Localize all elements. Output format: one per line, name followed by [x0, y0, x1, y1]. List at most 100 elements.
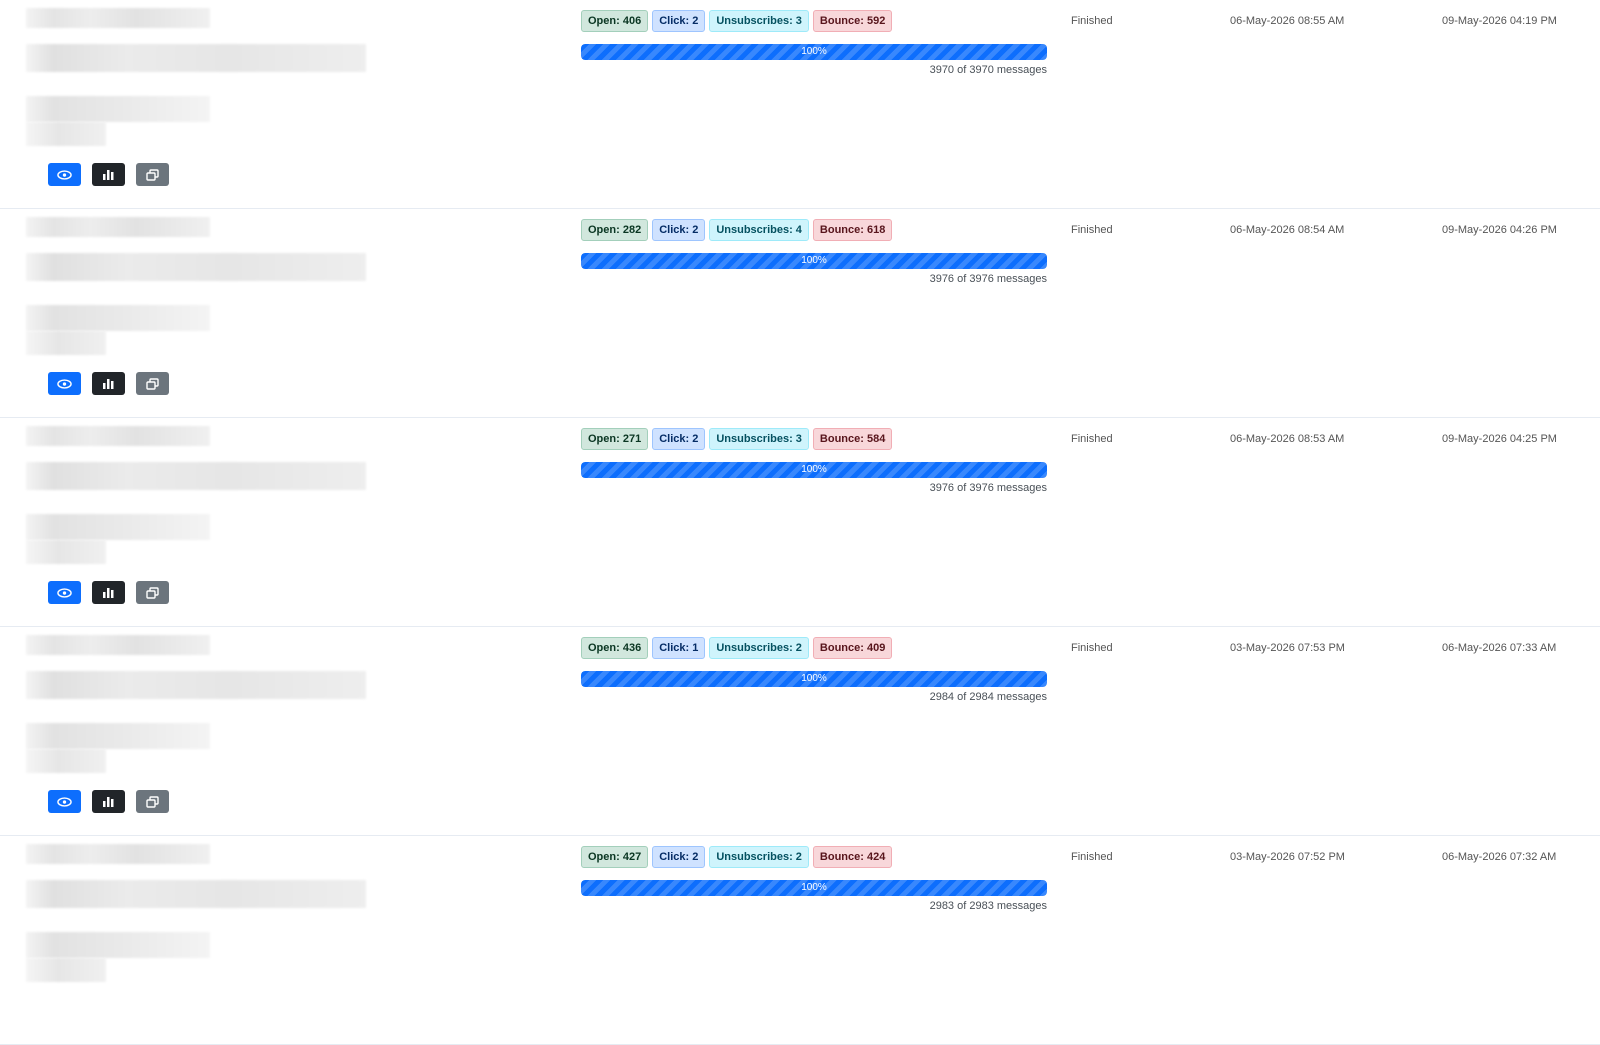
progress-fill: 100% [581, 880, 1047, 896]
view-button[interactable] [48, 163, 81, 186]
statistics-button[interactable] [92, 581, 125, 604]
redacted-campaign-subject [26, 253, 366, 281]
bounce-badge: Bounce: 584 [812, 428, 893, 450]
status-text: Finished [1071, 433, 1113, 445]
progress-fill: 100% [581, 253, 1047, 269]
start-date: 03-May-2026 07:52 PM [1230, 851, 1345, 863]
eye-icon [57, 796, 72, 807]
unsubscribes-badge: Unsubscribes: 3 [709, 428, 809, 450]
redacted-campaign-meta [26, 749, 106, 773]
bar-chart-icon [103, 379, 114, 389]
progress-label: 100% [801, 882, 827, 893]
messages-count: 3976 of 3976 messages [929, 482, 1047, 494]
redacted-campaign-name [26, 844, 210, 864]
redacted-campaign-list [26, 305, 210, 331]
bar-chart-icon [103, 170, 114, 180]
duplicate-button[interactable] [136, 581, 169, 604]
progress-fill: 100% [581, 671, 1047, 687]
redacted-campaign-list [26, 96, 210, 122]
row-actions [48, 372, 169, 395]
statistics-button[interactable] [92, 163, 125, 186]
unsubscribes-badge: Unsubscribes: 2 [709, 846, 809, 868]
progress-bar: 100% [581, 462, 1047, 478]
messages-count: 2984 of 2984 messages [929, 691, 1047, 703]
end-date: 09-May-2026 04:25 PM [1442, 433, 1557, 445]
open-badge: Open: 427 [581, 846, 649, 868]
view-button[interactable] [48, 790, 81, 813]
status-text: Finished [1071, 851, 1113, 863]
statistics-button[interactable] [92, 372, 125, 395]
unsubscribes-badge: Unsubscribes: 2 [709, 637, 809, 659]
eye-icon [57, 378, 72, 389]
redacted-campaign-subject [26, 44, 366, 72]
progress-fill: 100% [581, 462, 1047, 478]
row-actions [48, 163, 169, 186]
redacted-campaign-list [26, 514, 210, 540]
open-badge: Open: 436 [581, 637, 649, 659]
start-date: 06-May-2026 08:53 AM [1230, 433, 1345, 445]
statistics-button[interactable] [92, 790, 125, 813]
campaign-list: Open: 406 Click: 2 Unsubscribes: 3 Bounc… [0, 0, 1600, 1045]
redacted-campaign-name [26, 8, 210, 28]
campaign-row: Open: 282 Click: 2 Unsubscribes: 4 Bounc… [0, 209, 1600, 418]
progress-bar: 100% [581, 671, 1047, 687]
end-date: 09-May-2026 04:26 PM [1442, 224, 1557, 236]
progress-fill: 100% [581, 44, 1047, 60]
redacted-campaign-subject [26, 671, 366, 699]
campaign-row: Open: 406 Click: 2 Unsubscribes: 3 Bounc… [0, 0, 1600, 209]
view-button[interactable] [48, 372, 81, 395]
copy-icon [146, 377, 159, 390]
view-button[interactable] [48, 581, 81, 604]
duplicate-button[interactable] [136, 790, 169, 813]
click-badge: Click: 2 [652, 10, 706, 32]
messages-count: 2983 of 2983 messages [929, 900, 1047, 912]
progress-label: 100% [801, 464, 827, 475]
start-date: 06-May-2026 08:54 AM [1230, 224, 1345, 236]
progress-bar: 100% [581, 253, 1047, 269]
redacted-campaign-subject [26, 462, 366, 490]
open-badge: Open: 271 [581, 428, 649, 450]
progress-bar: 100% [581, 44, 1047, 60]
redacted-campaign-list [26, 932, 210, 958]
row-actions [48, 790, 169, 813]
progress-label: 100% [801, 673, 827, 684]
bounce-badge: Bounce: 424 [812, 846, 893, 868]
bar-chart-icon [103, 797, 114, 807]
redacted-campaign-subject [26, 880, 366, 908]
campaign-row: Open: 427 Click: 2 Unsubscribes: 2 Bounc… [0, 836, 1600, 1045]
bounce-badge: Bounce: 409 [812, 637, 893, 659]
open-badge: Open: 282 [581, 219, 649, 241]
redacted-campaign-list [26, 723, 210, 749]
end-date: 09-May-2026 04:19 PM [1442, 15, 1557, 27]
messages-count: 3970 of 3970 messages [929, 64, 1047, 76]
redacted-campaign-meta [26, 122, 106, 146]
bounce-badge: Bounce: 592 [812, 10, 893, 32]
redacted-campaign-name [26, 635, 210, 655]
status-text: Finished [1071, 642, 1113, 654]
copy-icon [146, 586, 159, 599]
redacted-campaign-meta [26, 331, 106, 355]
redacted-campaign-name [26, 217, 210, 237]
bounce-badge: Bounce: 618 [812, 219, 893, 241]
messages-count: 3976 of 3976 messages [929, 273, 1047, 285]
eye-icon [57, 587, 72, 598]
duplicate-button[interactable] [136, 163, 169, 186]
redacted-campaign-name [26, 426, 210, 446]
row-actions [48, 581, 169, 604]
progress-label: 100% [801, 46, 827, 57]
stat-badges: Open: 427 Click: 2 Unsubscribes: 2 Bounc… [581, 846, 893, 868]
stat-badges: Open: 282 Click: 2 Unsubscribes: 4 Bounc… [581, 219, 893, 241]
copy-icon [146, 795, 159, 808]
campaign-row: Open: 436 Click: 1 Unsubscribes: 2 Bounc… [0, 627, 1600, 836]
progress-bar: 100% [581, 880, 1047, 896]
status-text: Finished [1071, 224, 1113, 236]
eye-icon [57, 169, 72, 180]
progress-label: 100% [801, 255, 827, 266]
start-date: 06-May-2026 08:55 AM [1230, 15, 1345, 27]
stat-badges: Open: 436 Click: 1 Unsubscribes: 2 Bounc… [581, 637, 893, 659]
duplicate-button[interactable] [136, 372, 169, 395]
unsubscribes-badge: Unsubscribes: 4 [709, 219, 809, 241]
open-badge: Open: 406 [581, 10, 649, 32]
click-badge: Click: 2 [652, 846, 706, 868]
campaign-row: Open: 271 Click: 2 Unsubscribes: 3 Bounc… [0, 418, 1600, 627]
